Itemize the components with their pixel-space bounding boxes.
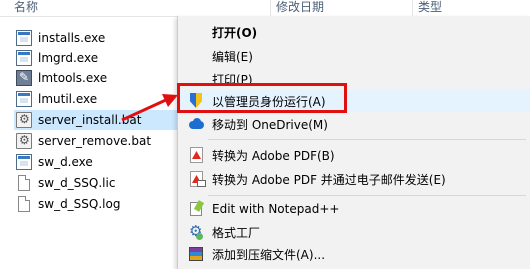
file-name: lmtools.exe	[38, 71, 108, 85]
file-name: installs.exe	[38, 31, 106, 45]
adobe-pdf-icon	[190, 147, 203, 163]
context-menu: 打开(O) 编辑(E) 打印(P) 以管理员身份运行(A) 移动到 OneDri…	[177, 16, 530, 269]
uac-shield-icon	[188, 93, 204, 109]
column-divider[interactable]	[412, 0, 413, 16]
file-name: sw_d_SSQ.lic	[38, 176, 116, 190]
file-name: sw_d_SSQ.log	[38, 197, 121, 211]
exe-icon	[16, 30, 32, 46]
menu-separator	[208, 195, 526, 196]
menu-item-label: 移动到 OneDrive(M)	[212, 117, 328, 132]
format-factory-icon	[188, 222, 204, 240]
menu-item-label: 编辑(E)	[212, 49, 253, 64]
file-icon	[18, 196, 30, 212]
file-icon	[18, 175, 30, 191]
file-name: lmutil.exe	[38, 92, 98, 106]
file-name: sw_d.exe	[38, 155, 93, 169]
file-name: lmgrd.exe	[38, 51, 99, 65]
menu-item-label: 打开(O)	[212, 25, 258, 40]
menu-item-label: 格式工厂	[212, 225, 261, 240]
menu-item-label: 添加到压缩文件(A)...	[212, 247, 326, 262]
menu-separator	[208, 139, 526, 140]
menu-item-open[interactable]: 打开(O)	[178, 21, 530, 43]
menu-item-print[interactable]: 打印(P)	[178, 68, 530, 90]
menu-item-run-as-admin[interactable]: 以管理员身份运行(A)	[178, 90, 530, 112]
file-name: server_install.bat	[38, 113, 142, 127]
exe-icon	[16, 154, 32, 170]
batch-file-icon	[16, 112, 32, 128]
menu-item-onedrive[interactable]: 移动到 OneDrive(M)	[178, 113, 530, 135]
column-date-header[interactable]: 修改日期	[276, 0, 324, 14]
menu-item-label: 转换为 Adobe PDF 并通过电子邮件发送(E)	[212, 172, 446, 187]
adobe-pdf-email-icon	[190, 171, 206, 187]
menu-item-add-archive[interactable]: 添加到压缩文件(A)...	[178, 243, 530, 265]
tools-icon	[16, 70, 32, 86]
menu-item-label: 转换为 Adobe PDF(B)	[212, 148, 335, 163]
winrar-archive-icon	[188, 246, 204, 262]
menu-item-notepadpp[interactable]: Edit with Notepad++	[178, 198, 530, 220]
exe-icon	[16, 91, 32, 107]
file-name: server_remove.bat	[38, 134, 152, 148]
menu-item-label: 打印(P)	[212, 72, 253, 87]
menu-item-convert-pdf[interactable]: 转换为 Adobe PDF(B)	[178, 144, 530, 166]
onedrive-cloud-icon	[188, 116, 204, 132]
batch-file-icon	[16, 133, 32, 149]
column-header: 名称 修改日期 类型	[0, 0, 530, 17]
column-divider[interactable]	[270, 0, 271, 16]
notepadpp-icon	[188, 201, 204, 217]
exe-icon	[16, 50, 32, 66]
column-type-header[interactable]: 类型	[418, 0, 442, 14]
menu-item-format-factory[interactable]: 格式工厂	[178, 221, 530, 243]
menu-item-label: 以管理员身份运行(A)	[212, 94, 326, 109]
menu-item-convert-pdf-email[interactable]: 转换为 Adobe PDF 并通过电子邮件发送(E)	[178, 168, 530, 190]
menu-item-label: Edit with Notepad++	[212, 202, 340, 216]
menu-item-edit[interactable]: 编辑(E)	[178, 45, 530, 67]
column-name-header[interactable]: 名称	[14, 0, 38, 14]
